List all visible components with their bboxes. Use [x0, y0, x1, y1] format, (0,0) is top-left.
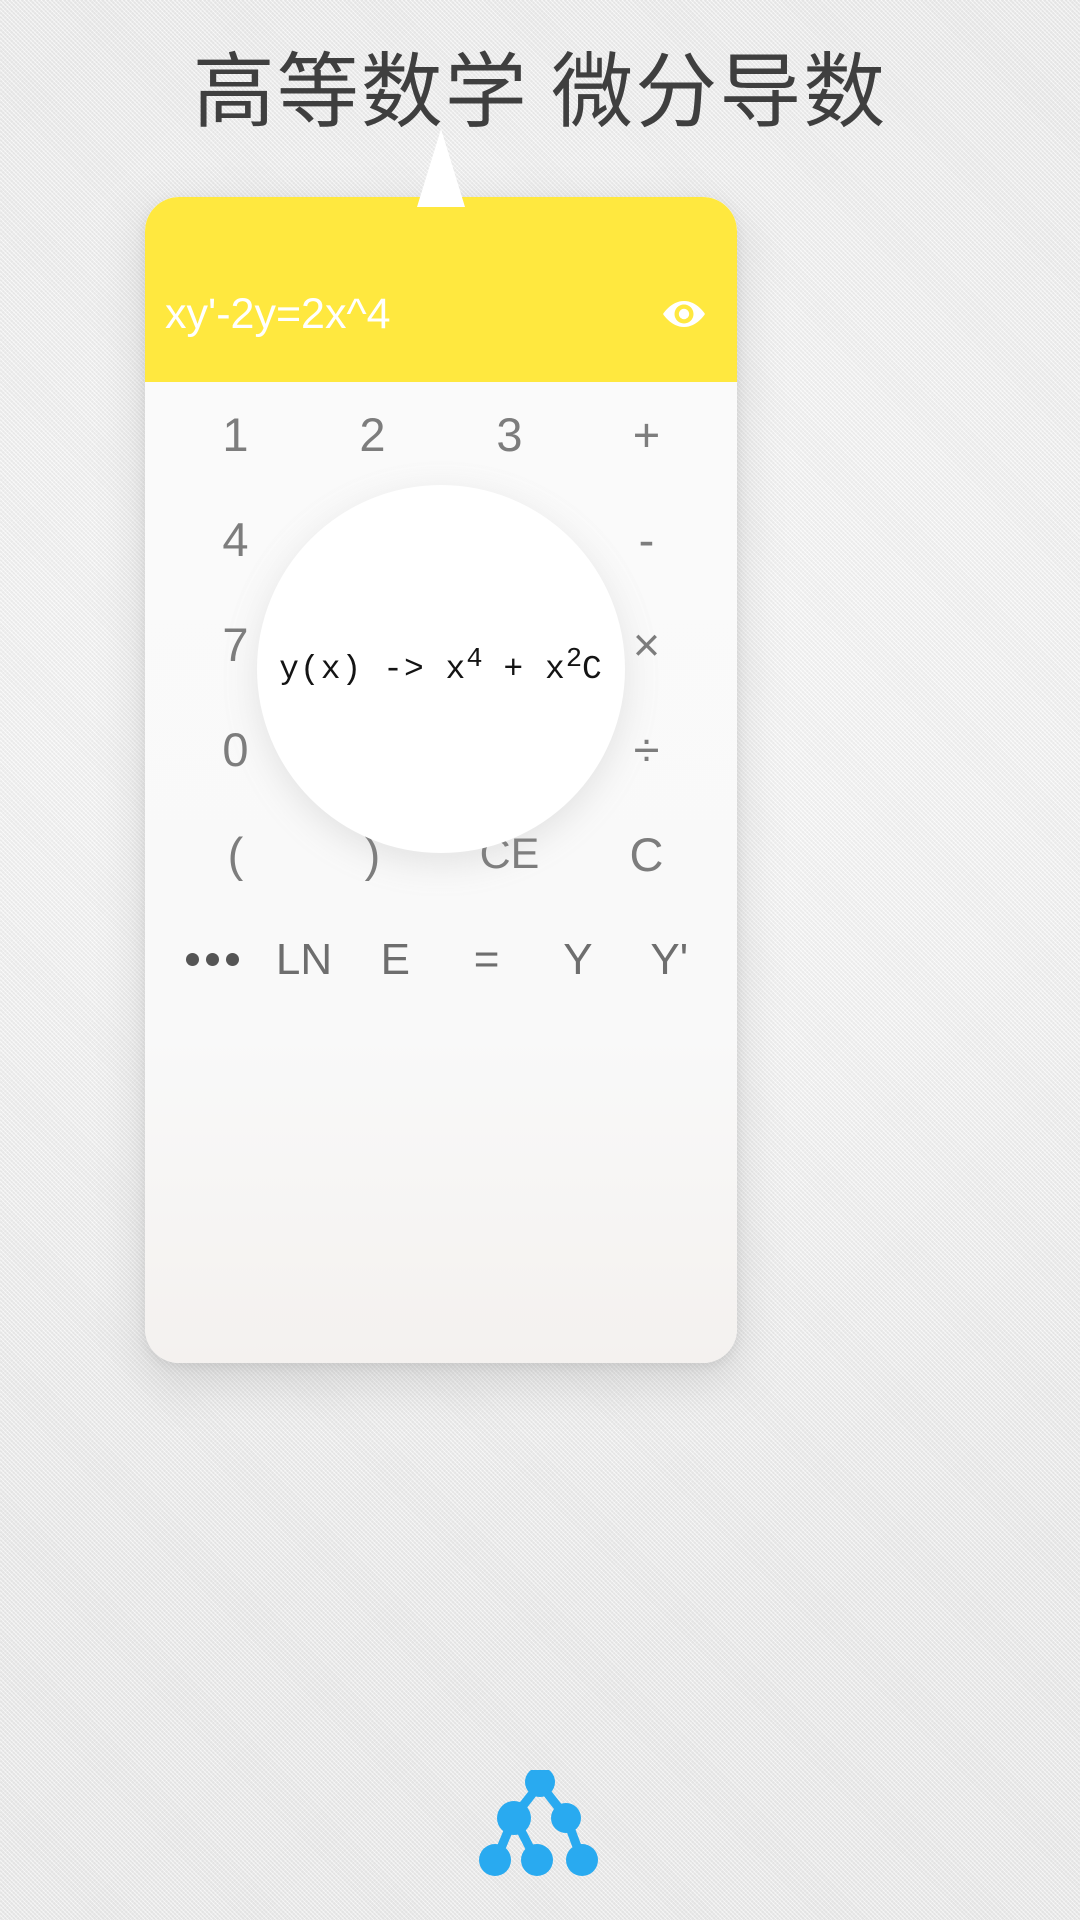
keypad-row: 1 2 3 +: [167, 382, 715, 487]
keypad-function-row: LN E = Y Y': [167, 907, 715, 1012]
dot-icon: [206, 953, 220, 966]
expression-input-value[interactable]: xy'-2y=2x^4: [165, 292, 659, 336]
calculator-card: xy'-2y=2x^4 1 2 3 + 4 - 7 × 0 ÷ () CE C…: [145, 129, 737, 1363]
key-2[interactable]: 2: [304, 411, 441, 458]
key-minus[interactable]: -: [578, 516, 715, 563]
key-open-paren[interactable]: (: [167, 831, 304, 878]
result-exponent-1: 4: [466, 643, 483, 675]
dot-icon: [226, 953, 240, 966]
key-4[interactable]: 4: [167, 516, 304, 563]
expression-input-header: xy'-2y=2x^4: [145, 197, 737, 382]
dot-icon: [186, 953, 200, 966]
key-e[interactable]: E: [350, 937, 441, 982]
key-plus[interactable]: +: [578, 411, 715, 458]
key-3[interactable]: 3: [441, 411, 578, 458]
key-y-prime[interactable]: Y': [624, 937, 715, 982]
key-1[interactable]: 1: [167, 411, 304, 458]
result-expression: y(x) -> x4 + x2C: [279, 645, 603, 688]
binary-tree-logo: [478, 1767, 602, 1882]
result-exponent-2: 2: [565, 643, 583, 675]
key-more-options[interactable]: [167, 953, 258, 966]
key-ln[interactable]: LN: [258, 937, 349, 982]
result-prefix: y(x) -> x: [279, 650, 467, 688]
expression-input-row[interactable]: xy'-2y=2x^4: [145, 283, 737, 345]
key-clear[interactable]: C: [578, 831, 715, 878]
eye-icon[interactable]: [659, 289, 709, 339]
result-suffix: C: [582, 650, 603, 688]
key-equals[interactable]: =: [441, 937, 532, 982]
result-bubble[interactable]: y(x) -> x4 + x2C: [257, 485, 625, 853]
page-title: 高等数学 微分导数: [192, 47, 888, 138]
result-middle: + x: [482, 650, 566, 688]
result-bubble-tail: [417, 129, 465, 207]
key-y[interactable]: Y: [532, 937, 623, 982]
